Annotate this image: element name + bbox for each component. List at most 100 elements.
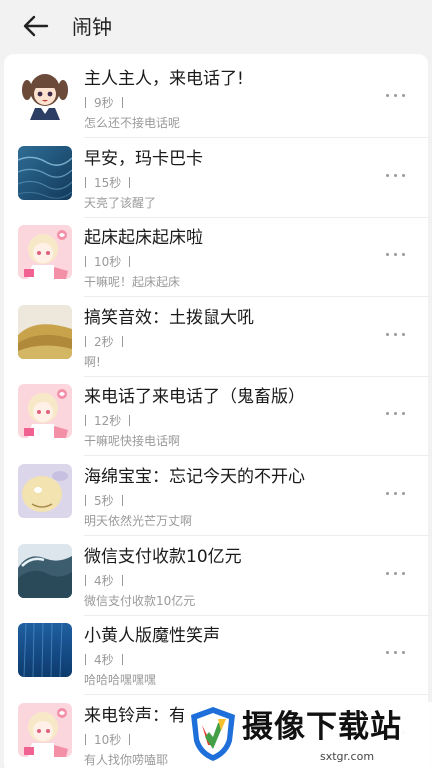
separator-bar	[121, 574, 123, 586]
more-options-button[interactable]	[384, 647, 408, 659]
separator-bar	[129, 733, 131, 745]
ringtone-duration: 4秒	[94, 573, 114, 588]
more-options-button[interactable]	[384, 329, 408, 341]
ringtone-duration: 2秒	[94, 334, 114, 349]
separator-bar	[85, 256, 86, 268]
ringtone-meta: 12秒	[84, 413, 131, 429]
separator-bar	[121, 335, 123, 347]
more-dots-icon	[386, 492, 389, 495]
more-dots-icon	[394, 253, 397, 257]
arrow-left-icon	[23, 15, 49, 37]
more-dots-icon	[394, 412, 397, 416]
ringtone-duration: 10秒	[94, 732, 122, 747]
separator-bar	[85, 176, 86, 188]
more-dots-icon	[402, 173, 405, 177]
ringtone-thumbnail	[18, 464, 72, 518]
header: 闹钟	[0, 0, 432, 54]
ringtone-duration: 5秒	[94, 494, 114, 508]
ringtone-title: 主人主人，来电话了!	[84, 69, 244, 89]
ringtone-thumbnail	[18, 623, 72, 678]
ringtone-title: 小黄人版魔性笑声	[84, 626, 220, 647]
ringtone-thumbnail	[18, 145, 72, 200]
ringtone-title: 来电铃声：有	[84, 705, 186, 726]
more-dots-icon	[402, 492, 405, 495]
screen: 闹钟 主人主人，来电话了! 9秒怎么还不接电话呢早安，玛卡巴卡 15秒天亮了该醒了起…	[0, 0, 432, 768]
more-dots-icon	[386, 571, 389, 575]
separator-bar	[85, 654, 86, 666]
more-dots-icon	[394, 173, 397, 177]
separator-bar	[129, 256, 131, 268]
separator-bar	[85, 495, 86, 506]
ringtone-title: 海绵宝宝：忘记今天的不开心	[84, 467, 305, 487]
more-dots-icon	[386, 173, 389, 177]
separator-bar	[85, 733, 86, 745]
ringtone-description: 天亮了该醒了	[84, 195, 157, 210]
ringtone-title: 起床起床起床啦	[84, 228, 203, 249]
ringtone-meta: 15秒	[84, 175, 131, 191]
ringtone-description: 啊!	[84, 354, 101, 369]
separator-bar	[121, 654, 123, 666]
ringtone-item[interactable]: 起床起床起床啦 10秒干嘛呢！起床起床	[4, 217, 428, 298]
ringtone-title: 早安，玛卡巴卡	[84, 148, 203, 169]
ringtone-duration: 15秒	[94, 175, 122, 190]
more-dots-icon	[386, 94, 389, 97]
more-dots-icon	[394, 492, 397, 495]
ringtone-title: 搞笑音效：土拨鼠大吼	[84, 307, 254, 328]
ringtone-meta: 10秒	[84, 254, 131, 270]
ringtone-item[interactable]: 搞笑音效：土拨鼠大吼 2秒啊!	[4, 297, 428, 377]
ringtone-meta: 4秒	[84, 652, 123, 668]
ringtone-item[interactable]: 来电话了来电话了（鬼畜版） 12秒 干嘛呢快接电话啊	[4, 376, 428, 457]
ringtone-item[interactable]: 小黄人版魔性笑声 4秒 哈哈哈嘿嘿嘿	[4, 615, 428, 696]
ringtone-item[interactable]: 早安，玛卡巴卡 15秒天亮了该醒了	[4, 138, 428, 218]
ringtone-thumbnail	[18, 225, 72, 280]
back-button[interactable]	[20, 12, 52, 40]
more-dots-icon	[394, 94, 397, 97]
site-logo-icon	[191, 707, 235, 761]
ringtone-meta: 10秒	[84, 732, 131, 748]
more-dots-icon	[402, 94, 405, 97]
ringtone-description: 有人找你唠嗑耶	[84, 752, 169, 767]
separator-bar	[85, 97, 86, 108]
separator-bar	[121, 495, 123, 506]
more-options-button[interactable]	[384, 170, 408, 182]
more-options-button[interactable]	[384, 568, 408, 580]
more-dots-icon	[402, 412, 405, 416]
watermark: 摄像下载站 sxtgr.com	[184, 702, 432, 768]
ringtone-thumbnail	[18, 384, 72, 439]
ringtone-meta: 5秒	[84, 493, 123, 509]
more-options-button[interactable]	[384, 90, 408, 102]
ringtone-thumbnail	[18, 304, 72, 359]
more-options-button[interactable]	[384, 488, 408, 500]
more-dots-icon	[394, 571, 397, 575]
more-dots-icon	[386, 253, 389, 257]
ringtone-thumbnail	[18, 543, 72, 598]
ringtone-description: 干嘛呢！起床起床	[84, 275, 181, 290]
more-dots-icon	[402, 571, 405, 575]
more-dots-icon	[394, 651, 397, 655]
page-title: 闹钟	[72, 15, 112, 39]
ringtone-duration: 9秒	[94, 96, 114, 110]
ringtone-item[interactable]: 主人主人，来电话了! 9秒怎么还不接电话呢	[4, 58, 428, 138]
more-options-button[interactable]	[384, 249, 408, 261]
more-dots-icon	[386, 412, 389, 416]
ringtone-thumbnail	[18, 702, 72, 757]
separator-bar	[85, 415, 86, 427]
ringtone-description: 微信支付收款10亿元	[84, 593, 196, 608]
separator-bar	[85, 335, 86, 347]
ringtone-duration: 12秒	[94, 414, 122, 429]
ringtone-item[interactable]: 微信支付收款10亿元 4秒 微信支付收款10亿元	[4, 536, 428, 616]
ringtone-thumbnail	[18, 66, 72, 120]
ringtone-item[interactable]: 海绵宝宝：忘记今天的不开心 5秒 明天依然光芒万丈啊	[4, 456, 428, 536]
more-dots-icon	[402, 651, 405, 655]
more-options-button[interactable]	[384, 408, 408, 420]
ringtone-duration: 4秒	[94, 653, 114, 668]
ringtone-meta: 4秒	[84, 573, 123, 589]
separator-bar	[85, 574, 86, 586]
ringtone-duration: 10秒	[94, 255, 122, 270]
more-dots-icon	[386, 332, 389, 336]
ringtone-description: 怎么还不接电话呢	[84, 116, 181, 130]
watermark-name: 摄像下载站	[242, 709, 402, 745]
more-dots-icon	[394, 332, 397, 336]
more-dots-icon	[386, 651, 389, 655]
separator-bar	[121, 97, 123, 108]
